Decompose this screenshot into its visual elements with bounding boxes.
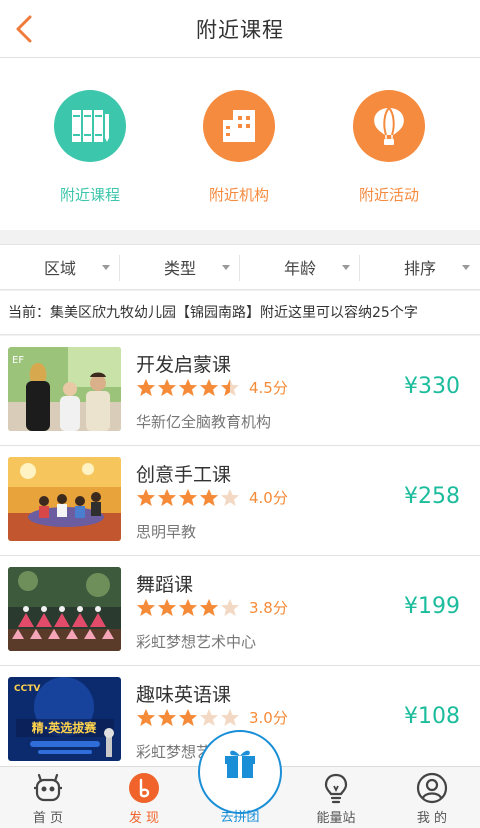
page: 附近课程 附近课程 附近机构 附近活动 区域 类型 年龄 排序 当前：集美区欣九… bbox=[0, 0, 480, 828]
building-icon bbox=[203, 90, 275, 162]
top-bar: 附近课程 bbox=[0, 0, 480, 58]
tab-label: 能量站 bbox=[316, 811, 356, 826]
star-icon bbox=[179, 708, 197, 726]
thumb-logo-text: EF bbox=[12, 355, 24, 366]
bulb-icon bbox=[324, 773, 348, 804]
course-item[interactable]: 创意手工课 4.0分 思明早教 ¥258 bbox=[0, 446, 480, 556]
filter-label: 区域 bbox=[43, 259, 76, 278]
category-label: 附近活动 bbox=[358, 186, 419, 204]
star-icon bbox=[200, 708, 218, 726]
tab-label: 发 现 bbox=[128, 811, 160, 826]
robot-icon bbox=[34, 773, 62, 802]
star-icon bbox=[158, 708, 176, 726]
dropdown-arrow-icon bbox=[342, 265, 350, 270]
course-thumbnail bbox=[8, 567, 121, 651]
category-nearby-courses[interactable]: 附近课程 bbox=[30, 90, 150, 205]
organization-name: 思明早教 bbox=[136, 523, 197, 541]
star-icon bbox=[221, 378, 239, 396]
rating-score: 4.0分 bbox=[249, 489, 288, 507]
dropdown-arrow-icon bbox=[222, 265, 230, 270]
star-icon bbox=[221, 488, 239, 506]
rating-stars: 4.5分 bbox=[136, 377, 288, 398]
category-panel: 附近课程 附近机构 附近活动 bbox=[0, 58, 480, 230]
rating-stars: 3.0分 bbox=[136, 707, 288, 728]
star-icon bbox=[137, 488, 155, 506]
tab-label: 首 页 bbox=[32, 811, 64, 826]
gift-icon bbox=[225, 750, 255, 778]
tab-energy-station[interactable]: 能量站 bbox=[288, 767, 384, 828]
thumb-brand-text: CCTV bbox=[14, 684, 40, 694]
tab-label: 去拼团 bbox=[220, 810, 260, 825]
tab-label: 我 的 bbox=[416, 811, 448, 826]
course-name: 开发启蒙课 bbox=[136, 354, 232, 376]
star-icon bbox=[221, 708, 239, 726]
course-thumbnail: CCTV 精·英选拔赛 bbox=[8, 677, 121, 761]
course-name: 趣味英语课 bbox=[136, 684, 232, 706]
course-list: EF 开发启蒙课 4.5分 华新亿全脑教育机构 ¥330 创意手工课 4.0分 … bbox=[0, 336, 480, 776]
star-icon bbox=[137, 378, 155, 396]
star-icon bbox=[179, 378, 197, 396]
star-icon bbox=[200, 488, 218, 506]
category-label: 附近机构 bbox=[208, 186, 269, 204]
rating-stars: 4.0分 bbox=[136, 487, 288, 508]
user-icon bbox=[416, 772, 448, 804]
thumb-title-text: 精·英选拔赛 bbox=[32, 720, 98, 735]
tab-profile[interactable]: 我 的 bbox=[384, 767, 480, 828]
discover-icon bbox=[129, 773, 159, 803]
rating-score: 3.0分 bbox=[249, 709, 288, 727]
star-icon bbox=[158, 598, 176, 616]
star-icon bbox=[179, 488, 197, 506]
course-thumbnail bbox=[8, 457, 121, 541]
dropdown-arrow-icon bbox=[462, 265, 470, 270]
filter-bar: 区域 类型 年龄 排序 bbox=[0, 244, 480, 290]
course-price: ¥330 bbox=[404, 374, 460, 399]
star-icon bbox=[137, 708, 155, 726]
course-name: 舞蹈课 bbox=[136, 574, 194, 596]
course-price: ¥258 bbox=[404, 484, 460, 509]
balloon-icon bbox=[353, 90, 425, 162]
tab-discover[interactable]: 发 现 bbox=[96, 767, 192, 828]
course-thumbnail: EF bbox=[8, 347, 121, 431]
star-icon bbox=[137, 598, 155, 616]
star-icon bbox=[158, 378, 176, 396]
course-item[interactable]: 舞蹈课 3.8分 彩虹梦想艺术中心 ¥199 bbox=[0, 556, 480, 666]
star-icon bbox=[179, 598, 197, 616]
rating-stars: 3.8分 bbox=[136, 597, 288, 618]
course-name: 创意手工课 bbox=[136, 464, 232, 486]
course-item[interactable]: EF 开发启蒙课 4.5分 华新亿全脑教育机构 ¥330 bbox=[0, 336, 480, 446]
filter-region[interactable]: 区域 bbox=[0, 245, 120, 289]
tab-home[interactable]: 首 页 bbox=[0, 767, 96, 828]
star-icon bbox=[200, 378, 218, 396]
filter-label: 类型 bbox=[163, 259, 196, 278]
page-title: 附近课程 bbox=[196, 18, 284, 42]
tab-group-buy[interactable]: 去拼团 bbox=[198, 730, 282, 828]
organization-name: 彩虹梦想艺术中心 bbox=[136, 633, 257, 651]
category-nearby-activities[interactable]: 附近活动 bbox=[329, 90, 449, 205]
organization-name: 华新亿全脑教育机构 bbox=[136, 413, 272, 431]
rating-score: 3.8分 bbox=[249, 599, 288, 617]
course-price: ¥108 bbox=[404, 704, 460, 729]
category-nearby-institutions[interactable]: 附近机构 bbox=[179, 90, 299, 205]
course-price: ¥199 bbox=[404, 594, 460, 619]
filter-label: 排序 bbox=[403, 259, 436, 278]
star-icon bbox=[221, 598, 239, 616]
star-icon bbox=[200, 598, 218, 616]
books-icon bbox=[54, 90, 126, 162]
filter-age[interactable]: 年龄 bbox=[240, 245, 360, 289]
rating-score: 4.5分 bbox=[249, 379, 288, 397]
current-location[interactable]: 当前：集美区欣九牧幼儿园【锦园南路】附近这里可以容纳25个字 bbox=[0, 291, 480, 335]
star-icon bbox=[158, 488, 176, 506]
filter-label: 年龄 bbox=[283, 259, 316, 278]
category-label: 附近课程 bbox=[59, 186, 120, 204]
dropdown-arrow-icon bbox=[102, 265, 110, 270]
filter-type[interactable]: 类型 bbox=[120, 245, 240, 289]
filter-sort[interactable]: 排序 bbox=[360, 245, 480, 289]
